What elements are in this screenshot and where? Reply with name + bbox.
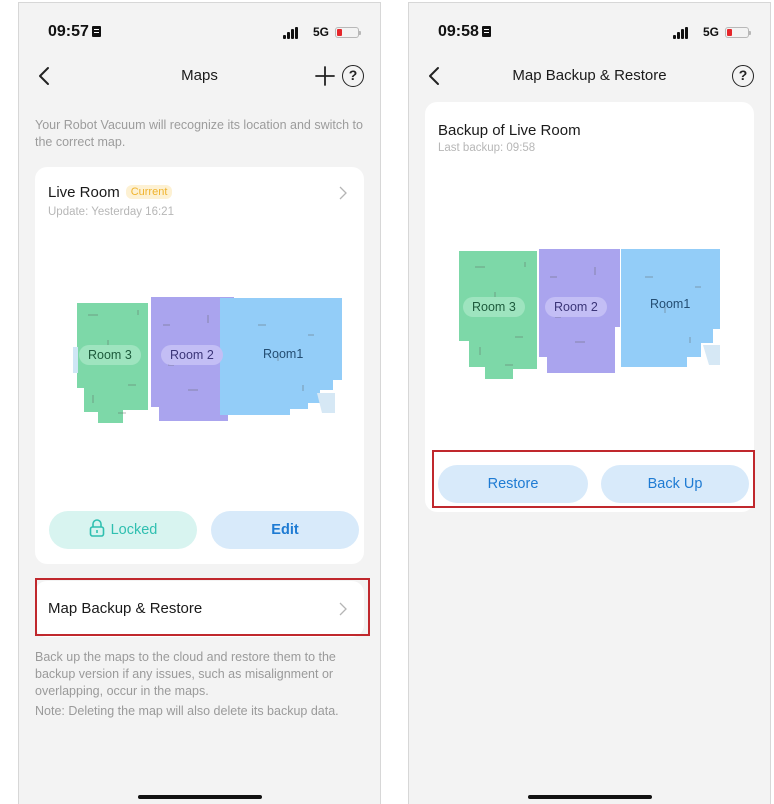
back-up-label: Back Up xyxy=(647,476,703,492)
add-map-button[interactable] xyxy=(312,63,338,89)
help-icon: ? xyxy=(732,65,754,87)
back-up-button[interactable]: Back Up xyxy=(601,465,749,503)
map-card: Live Room Current Update: Yesterday 16:21… xyxy=(35,167,364,564)
status-time: 09:57 xyxy=(48,23,101,41)
edit-label: Edit xyxy=(271,522,299,538)
backup-title: Backup of Live Room xyxy=(438,122,581,139)
edit-button[interactable]: Edit xyxy=(211,511,359,549)
help-button[interactable]: ? xyxy=(732,65,758,91)
backup-help-text: Back up the maps to the cloud and restor… xyxy=(35,650,336,698)
room-label-room-2: Room 2 xyxy=(545,297,607,317)
map-update-time: Update: Yesterday 16:21 xyxy=(48,206,174,218)
current-badge: Current xyxy=(125,185,173,199)
plus-icon xyxy=(315,66,335,86)
status-bar: 09:58 5G xyxy=(409,23,770,47)
battery-icon xyxy=(335,27,361,38)
help-button[interactable]: ? xyxy=(342,65,368,91)
floor-map[interactable]: Room 3 Room 2 Room1 xyxy=(68,295,343,427)
backup-card: Backup of Live Room Last backup: 09:58 R… xyxy=(425,102,754,512)
map-backup-restore-label: Map Backup & Restore xyxy=(48,600,203,617)
delete-note-text: Note: Deleting the map will also delete … xyxy=(35,704,339,718)
status-bar: 09:57 5G xyxy=(19,23,380,47)
maps-screen: 09:57 5G Maps ? Your Robot Vacuum will r… xyxy=(18,2,381,804)
chevron-right-icon xyxy=(339,186,347,200)
room-label-room1: Room1 xyxy=(263,347,304,361)
locked-button[interactable]: Locked xyxy=(49,511,197,549)
home-indicator xyxy=(137,795,262,799)
home-indicator xyxy=(527,795,652,799)
map-backup-restore-row[interactable]: Map Backup & Restore xyxy=(35,581,364,637)
room-label-room-3: Room 3 xyxy=(463,297,525,317)
map-name: Live Room xyxy=(48,184,120,201)
locked-label: Locked xyxy=(110,522,158,538)
notification-icon xyxy=(481,26,491,37)
restore-button[interactable]: Restore xyxy=(438,465,588,503)
network-type: 5G xyxy=(312,25,329,39)
restore-label: Restore xyxy=(487,476,539,492)
map-backup-restore-screen: 09:58 5G Map Backup & Restore ? Backup o… xyxy=(408,2,771,804)
help-icon: ? xyxy=(342,65,364,87)
battery-icon xyxy=(725,27,751,38)
notification-icon xyxy=(91,26,101,37)
page-title: Map Backup & Restore xyxy=(512,67,667,84)
signal-icon xyxy=(673,27,690,39)
network-type: 5G xyxy=(702,25,719,39)
room-label-room-3: Room 3 xyxy=(79,345,141,365)
lock-icon xyxy=(89,519,104,537)
nav-bar: Maps ? xyxy=(19,61,380,91)
backup-floor-map: Room 3 Room 2 Room1 xyxy=(455,247,730,379)
status-time: 09:58 xyxy=(438,23,491,41)
room-label-room1: Room1 xyxy=(650,297,691,311)
map-header[interactable]: Live Room Current Update: Yesterday 16:21 xyxy=(48,184,354,224)
nav-bar: Map Backup & Restore ? xyxy=(409,61,770,91)
last-backup-time: Last backup: 09:58 xyxy=(438,142,536,154)
room-label-room-2: Room 2 xyxy=(161,345,223,365)
chevron-right-icon xyxy=(339,602,347,616)
intro-text: Your Robot Vacuum will recognize its loc… xyxy=(35,118,363,149)
signal-icon xyxy=(283,27,300,39)
